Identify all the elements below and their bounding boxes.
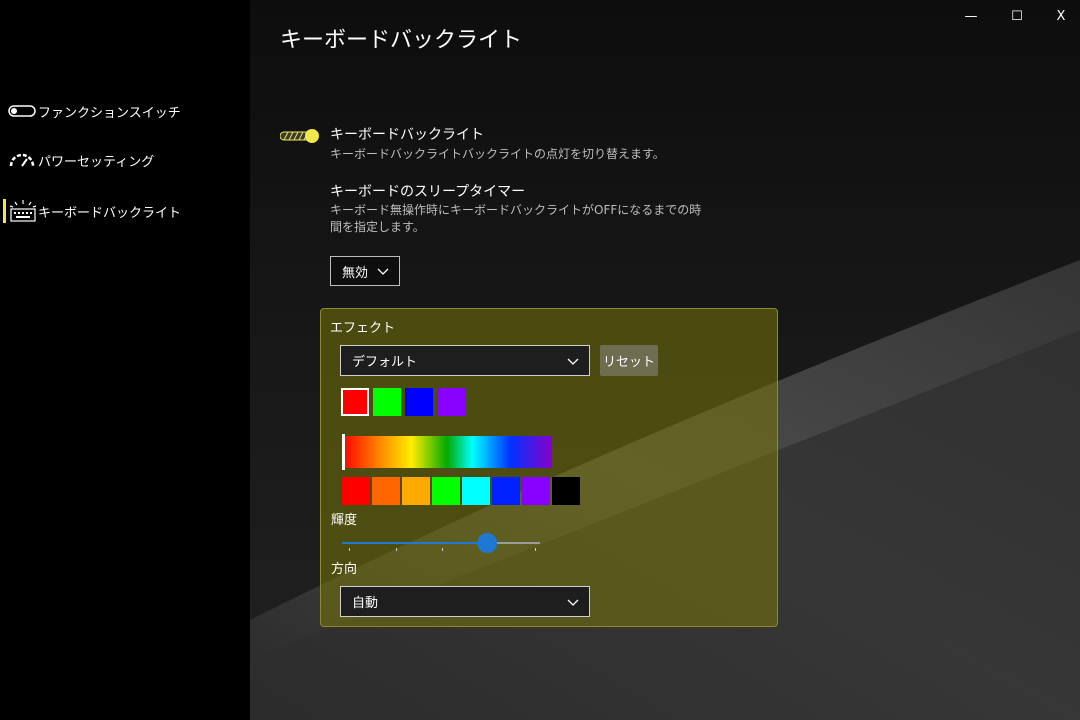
backlight-title: キーボードバックライト bbox=[330, 127, 484, 143]
page-title: キーボードバックライト bbox=[280, 28, 523, 53]
sleep-timer-title: キーボードのスリープタイマー bbox=[330, 184, 526, 200]
preset-color-swatch[interactable] bbox=[552, 477, 580, 505]
effect-dropdown[interactable]: デフォルト bbox=[340, 345, 590, 376]
direction-value: 自動 bbox=[352, 596, 379, 611]
preset-color-swatch[interactable] bbox=[402, 477, 430, 505]
effect-label: エフェクト bbox=[330, 321, 396, 336]
chevron-down-icon bbox=[567, 358, 579, 365]
backlight-toggle[interactable] bbox=[280, 129, 319, 143]
slider-tick bbox=[442, 548, 443, 551]
selected-color-swatch[interactable] bbox=[373, 388, 401, 416]
brightness-slider-thumb[interactable] bbox=[476, 533, 497, 553]
preset-color-swatch[interactable] bbox=[432, 477, 460, 505]
color-spectrum[interactable] bbox=[342, 436, 552, 468]
gauge-icon bbox=[8, 152, 38, 168]
effect-value: デフォルト bbox=[352, 355, 418, 370]
sleep-timer-desc-line1: キーボード無操作時にキーボードバックライトがOFFになるまでの時 bbox=[330, 203, 702, 217]
toggle-icon bbox=[8, 105, 38, 117]
chevron-down-icon bbox=[377, 268, 389, 275]
sidebar-item-function-switch[interactable]: ファンクションスイッチ bbox=[8, 97, 181, 125]
slider-tick bbox=[395, 548, 397, 551]
brightness-slider-fill bbox=[342, 542, 487, 544]
selected-color-swatch[interactable] bbox=[405, 388, 433, 416]
active-indicator bbox=[3, 199, 6, 223]
sidebar-item-label: ファンクションスイッチ bbox=[38, 105, 181, 121]
sleep-timer-dropdown[interactable]: 無効 bbox=[330, 256, 400, 286]
sidebar-item-label: キーボードバックライト bbox=[38, 205, 182, 221]
preset-color-swatch[interactable] bbox=[522, 477, 550, 505]
reset-button[interactable]: リセット bbox=[600, 345, 658, 376]
slider-tick bbox=[349, 548, 350, 551]
sidebar-item-label: パワーセッティング bbox=[38, 154, 155, 170]
selected-color-swatch[interactable] bbox=[437, 388, 465, 416]
sidebar: ファンクションスイッチ パワーセッティング キーボードバックライト bbox=[0, 0, 250, 720]
sidebar-item-keyboard-backlight[interactable]: キーボードバックライト bbox=[8, 197, 181, 225]
chevron-down-icon bbox=[567, 599, 579, 606]
slider-tick bbox=[535, 548, 536, 551]
preset-color-swatch[interactable] bbox=[462, 477, 490, 505]
sleep-timer-value: 無効 bbox=[342, 265, 369, 281]
direction-dropdown[interactable]: 自動 bbox=[340, 586, 590, 617]
brightness-label: 輝度 bbox=[331, 513, 358, 528]
spectrum-marker[interactable] bbox=[342, 434, 345, 470]
sleep-timer-desc-line2: 間を指定します。 bbox=[330, 220, 425, 234]
sidebar-item-power-setting[interactable]: パワーセッティング bbox=[8, 146, 154, 174]
close-button[interactable]: X bbox=[1046, 6, 1076, 28]
preset-color-swatch[interactable] bbox=[372, 477, 400, 505]
backlight-desc: キーボードバックライトバックライトの点灯を切り替えます。 bbox=[330, 147, 665, 161]
maximize-button[interactable]: ☐ bbox=[1002, 6, 1032, 28]
keyboard-backlight-icon bbox=[8, 199, 38, 223]
selected-color-swatch[interactable] bbox=[341, 388, 369, 416]
direction-label: 方向 bbox=[331, 562, 358, 577]
preset-color-swatch[interactable] bbox=[492, 477, 520, 505]
preset-color-swatch[interactable] bbox=[342, 477, 370, 505]
minimize-button[interactable]: — bbox=[956, 6, 986, 28]
